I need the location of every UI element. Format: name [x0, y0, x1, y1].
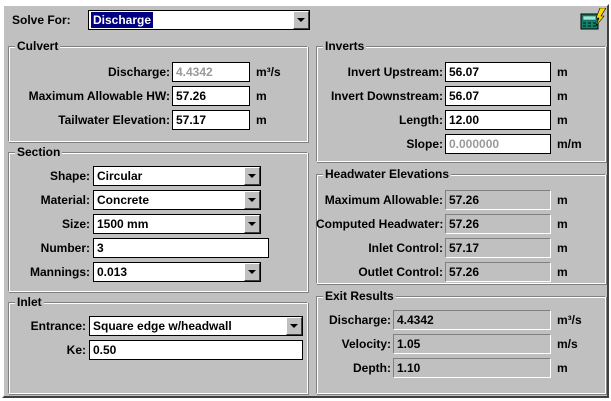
section-group-title: Section	[15, 145, 63, 159]
number-label: Number:	[40, 241, 90, 255]
invert-upstream-label: Invert Upstream:	[347, 65, 443, 79]
shape-dropdown[interactable]: Circular	[93, 166, 261, 186]
computed-headwater-value: 57.26	[445, 214, 551, 234]
size-value: 1500 mm	[97, 217, 149, 231]
shape-label: Shape:	[49, 169, 90, 183]
shape-value: Circular	[97, 169, 143, 183]
depth-value: 1.10	[393, 358, 551, 378]
inlet-control-value: 57.17	[445, 238, 551, 258]
invert-downstream-label: Invert Downstream:	[330, 89, 443, 103]
material-dropdown-button[interactable]	[244, 191, 260, 209]
ke-field[interactable]: 0.50	[89, 340, 303, 360]
computed-headwater-unit: m	[557, 217, 568, 231]
chevron-down-icon	[248, 222, 256, 226]
slope-unit: m/m	[557, 137, 582, 151]
computed-headwater-label: Computed Headwater:	[316, 217, 444, 231]
chevron-down-icon	[290, 324, 298, 328]
slope-field[interactable]: 0.000000	[445, 134, 551, 154]
exit-results-group-title: Exit Results	[323, 289, 396, 303]
length-field[interactable]: 12.00	[445, 110, 551, 130]
shape-dropdown-button[interactable]	[244, 167, 260, 185]
material-label: Material:	[40, 193, 90, 207]
entrance-value: Square edge w/headwall	[93, 319, 232, 333]
chevron-down-icon	[248, 174, 256, 178]
mannings-dropdown-button[interactable]	[244, 263, 260, 281]
outlet-control-unit: m	[557, 265, 568, 279]
chevron-down-icon	[248, 198, 256, 202]
invert-downstream-field[interactable]: 56.07	[445, 86, 551, 106]
velocity-value: 1.05	[393, 334, 551, 354]
max-allowable-hw-field[interactable]: 57.26	[172, 86, 250, 106]
max-allowable-hw-unit: m	[256, 89, 267, 103]
outlet-control-label: Outlet Control:	[358, 265, 443, 279]
culvert-calculator-window: Solve For: Discharge Culvert Discharge: …	[2, 4, 609, 398]
solve-for-dropdown[interactable]: Discharge	[88, 10, 310, 30]
velocity-unit: m/s	[557, 337, 578, 351]
tailwater-elevation-field[interactable]: 57.17	[172, 110, 250, 130]
culvert-discharge-field[interactable]: 4.4342	[172, 62, 250, 82]
tailwater-elevation-unit: m	[256, 113, 267, 127]
material-dropdown[interactable]: Concrete	[93, 190, 261, 210]
invert-upstream-unit: m	[557, 65, 568, 79]
chevron-down-icon	[248, 270, 256, 274]
max-allowable-value: 57.26	[445, 190, 551, 210]
size-label: Size:	[61, 217, 90, 231]
max-allowable-hw-label: Maximum Allowable HW:	[28, 89, 170, 103]
depth-unit: m	[557, 361, 568, 375]
length-unit: m	[557, 113, 568, 127]
slope-label: Slope:	[406, 137, 443, 151]
chevron-down-icon	[297, 18, 305, 22]
invert-downstream-unit: m	[557, 89, 568, 103]
ke-label: Ke:	[66, 343, 86, 357]
material-value: Concrete	[97, 193, 150, 207]
outlet-control-value: 57.26	[445, 262, 551, 282]
entrance-dropdown[interactable]: Square edge w/headwall	[89, 316, 303, 336]
length-label: Length:	[399, 113, 443, 127]
max-allowable-unit: m	[557, 193, 568, 207]
culvert-discharge-unit: m³/s	[256, 65, 281, 79]
depth-label: Depth:	[353, 361, 391, 375]
mannings-label: Mannings:	[30, 265, 90, 279]
invert-upstream-field[interactable]: 56.07	[445, 62, 551, 82]
entrance-label: Entrance:	[30, 319, 86, 333]
mannings-value: 0.013	[97, 265, 128, 279]
solve-for-dropdown-button[interactable]	[293, 11, 309, 29]
solve-for-value: Discharge	[91, 12, 154, 28]
inlet-group-title: Inlet	[15, 295, 44, 309]
size-dropdown[interactable]: 1500 mm	[93, 214, 261, 234]
inlet-control-unit: m	[557, 241, 568, 255]
entrance-dropdown-button[interactable]	[286, 317, 302, 335]
mannings-dropdown[interactable]: 0.013	[93, 262, 261, 282]
headwater-elevations-group-title: Headwater Elevations	[323, 167, 452, 181]
inlet-control-label: Inlet Control:	[368, 241, 443, 255]
size-dropdown-button[interactable]	[244, 215, 260, 233]
max-allowable-label: Maximum Allowable:	[324, 193, 443, 207]
inverts-group-title: Inverts	[323, 39, 367, 53]
culvert-discharge-label: Discharge:	[107, 65, 170, 79]
velocity-label: Velocity:	[341, 337, 391, 351]
calculator-lightning-icon[interactable]	[580, 7, 607, 32]
tailwater-elevation-label: Tailwater Elevation:	[58, 113, 170, 127]
exit-discharge-unit: m³/s	[557, 313, 582, 327]
culvert-group-title: Culvert	[15, 39, 61, 53]
exit-discharge-value: 4.4342	[393, 310, 551, 330]
exit-discharge-label: Discharge:	[328, 313, 391, 327]
number-field[interactable]: 3	[93, 238, 269, 258]
solve-for-label: Solve For:	[12, 13, 71, 27]
